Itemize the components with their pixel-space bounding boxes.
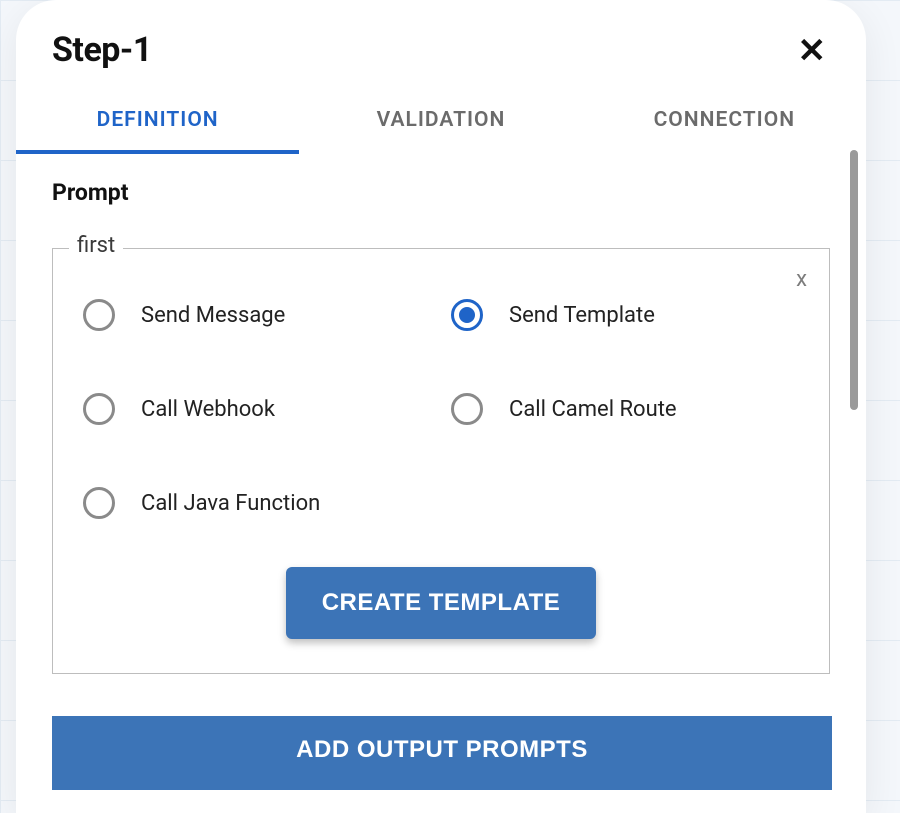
close-icon[interactable]: ✕: [794, 30, 831, 72]
tab-validation[interactable]: VALIDATION: [299, 88, 582, 154]
tab-definition[interactable]: DEFINITION: [16, 88, 299, 154]
radio-send-message[interactable]: Send Message: [83, 299, 431, 331]
radio-label: Call Camel Route: [509, 397, 677, 422]
radio-label: Send Message: [141, 303, 285, 328]
step-panel: Step-1 ✕ DEFINITION VALIDATION CONNECTIO…: [16, 0, 866, 813]
radio-label: Call Webhook: [141, 397, 275, 422]
radio-icon: [451, 299, 483, 331]
radio-icon: [83, 487, 115, 519]
prompt-fieldset: first x Send Message Send Template Call …: [52, 248, 830, 674]
step-title: Step-1: [52, 30, 152, 70]
radio-icon: [451, 393, 483, 425]
radio-call-camel-route[interactable]: Call Camel Route: [451, 393, 799, 425]
radio-label: Send Template: [509, 303, 655, 328]
vertical-scrollbar[interactable]: [850, 150, 858, 410]
fieldset-legend: first: [69, 233, 123, 258]
radio-icon: [83, 299, 115, 331]
radio-icon: [83, 393, 115, 425]
scroll-area: Prompt first x Send Message Send Templat…: [16, 155, 866, 778]
fieldset-close-icon[interactable]: x: [796, 267, 807, 292]
tabs: DEFINITION VALIDATION CONNECTION: [16, 88, 866, 155]
radio-call-webhook[interactable]: Call Webhook: [83, 393, 431, 425]
create-template-button[interactable]: CREATE TEMPLATE: [286, 567, 597, 639]
panel-header: Step-1 ✕: [16, 30, 866, 88]
add-output-prompts-button[interactable]: ADD OUTPUT PROMPTS: [52, 716, 832, 790]
radio-call-java-function[interactable]: Call Java Function: [83, 487, 431, 519]
tab-connection[interactable]: CONNECTION: [583, 88, 866, 154]
radio-group: Send Message Send Template Call Webhook …: [83, 299, 799, 519]
radio-send-template[interactable]: Send Template: [451, 299, 799, 331]
prompt-section-label: Prompt: [52, 179, 830, 206]
radio-label: Call Java Function: [141, 491, 320, 516]
